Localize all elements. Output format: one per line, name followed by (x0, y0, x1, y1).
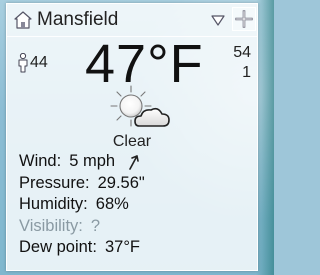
location-name[interactable]: Mansfield (37, 9, 118, 31)
feels-like: 44 (17, 52, 48, 74)
pressure-row: Pressure: 29.56" (19, 173, 145, 195)
weather-widget: Mansfield 44 47°F 54 1 Clear Wind: 5 mph… (6, 3, 258, 271)
feels-like-value: 44 (30, 54, 48, 71)
low-temperature: 1 (242, 64, 251, 81)
humidity-value: 68% (95, 195, 129, 213)
home-icon[interactable] (13, 10, 33, 30)
dewpoint-row: Dew point: 37°F (19, 237, 145, 259)
humidity-label: Humidity: (19, 195, 88, 213)
add-location-button[interactable] (232, 7, 256, 31)
visibility-value: ? (90, 216, 101, 235)
dewpoint-value: 37°F (104, 238, 140, 256)
plus-icon (235, 10, 253, 28)
pressure-label: Pressure: (19, 173, 90, 192)
pressure-value: 29.56" (97, 173, 145, 192)
visibility-row: Visibility: ? (19, 216, 145, 238)
dewpoint-label: Dew point: (19, 238, 97, 256)
humidity-row: Humidity: 68% (19, 194, 145, 216)
widget-header: Mansfield (7, 4, 257, 37)
condition-text: Clear (112, 133, 152, 150)
arrow-icon (129, 154, 139, 170)
chevron-down-icon[interactable] (208, 10, 228, 30)
wind-label: Wind: (19, 152, 62, 170)
wind-value: 5 mph (69, 152, 116, 170)
wind-row: Wind: 5 mph (19, 151, 145, 173)
weather-details: Wind: 5 mph Pressure: 29.56" Humidity: 6… (19, 151, 145, 259)
sun-cloud-icon (110, 85, 170, 127)
high-temperature: 54 (233, 44, 251, 61)
person-icon (18, 53, 28, 73)
visibility-label: Visibility: (19, 216, 83, 235)
